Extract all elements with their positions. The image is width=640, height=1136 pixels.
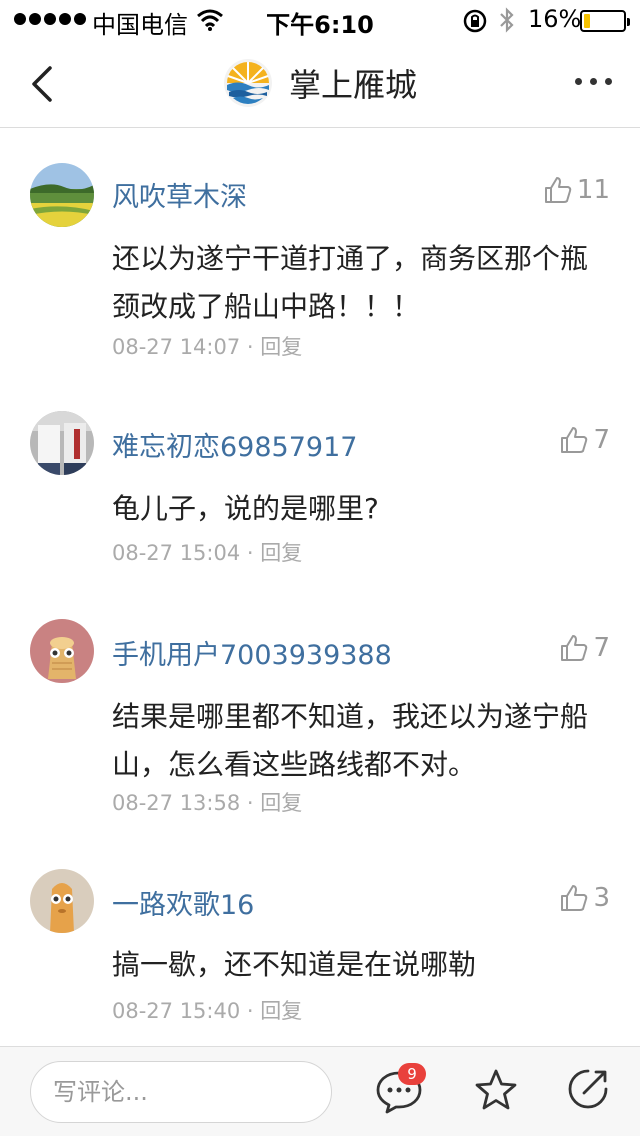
more-dot <box>590 78 597 85</box>
like-count: 7 <box>593 425 610 455</box>
comment-input[interactable]: 写评论... <box>30 1061 332 1123</box>
comment-item: 风吹草木深 11 还以为遂宁干道打通了，商务区那个瓶颈改成了船山中路！！！ 08… <box>0 159 640 359</box>
thumbs-up-icon <box>561 635 588 661</box>
app-logo-icon <box>223 59 272 107</box>
comment-meta: 08-27 15:04 · 回复 <box>112 537 302 567</box>
status-bar: 中国电信 下午6:10 16% <box>0 0 640 40</box>
comment-date: 08-27 15:40 <box>112 999 241 1023</box>
comment-count-badge: 9 <box>398 1063 426 1085</box>
comment-meta: 08-27 15:40 · 回复 <box>112 995 302 1025</box>
thumbs-up-icon <box>544 177 572 203</box>
comment-meta: 08-27 13:58 · 回复 <box>112 787 302 817</box>
nav-title-group: 掌上雁城 <box>0 58 640 108</box>
comment-username[interactable]: 一路欢歌16 <box>112 883 254 922</box>
battery-percent: 16% <box>528 5 582 33</box>
comment-item: 手机用户7003939388 7 结果是哪里都不知道，我还以为遂宁船山，怎么看这… <box>0 619 640 819</box>
favorite-star-button[interactable] <box>472 1067 520 1115</box>
rotation-lock-icon <box>463 9 487 33</box>
comment-username[interactable]: 手机用户7003939388 <box>112 633 392 672</box>
comment-text: 还以为遂宁干道打通了，商务区那个瓶颈改成了船山中路！！！ <box>112 242 589 323</box>
reply-link[interactable]: · 回复 <box>247 999 302 1023</box>
battery-level-fill <box>584 14 590 28</box>
thumbs-up-icon <box>561 427 588 453</box>
battery-icon <box>580 10 630 32</box>
avatar[interactable] <box>30 869 94 933</box>
comment-date: 08-27 13:58 <box>112 791 241 815</box>
more-options-button[interactable] <box>575 78 612 85</box>
like-button[interactable]: 3 <box>559 883 610 913</box>
like-button[interactable]: 7 <box>559 425 610 455</box>
like-button[interactable]: 11 <box>543 175 610 205</box>
comment-username[interactable]: 难忘初恋69857917 <box>112 425 357 464</box>
bottom-toolbar: 写评论... 9 <box>0 1046 640 1136</box>
avatar[interactable] <box>30 163 94 227</box>
comment-username[interactable]: 风吹草木深 <box>112 175 247 214</box>
more-dot <box>575 78 582 85</box>
like-count: 3 <box>593 883 610 913</box>
comment-list: 风吹草木深 11 还以为遂宁干道打通了，商务区那个瓶颈改成了船山中路！！！ 08… <box>0 129 640 1046</box>
like-count: 7 <box>593 633 610 663</box>
avatar[interactable] <box>30 619 94 683</box>
bluetooth-icon <box>500 7 514 33</box>
reply-link[interactable]: · 回复 <box>247 335 302 359</box>
comment-text: 龟儿子，说的是哪里? <box>112 492 379 525</box>
share-edit-button[interactable] <box>566 1067 610 1111</box>
reply-link[interactable]: · 回复 <box>247 541 302 565</box>
like-count: 11 <box>576 175 610 205</box>
thumbs-up-icon <box>561 885 588 911</box>
comment-date: 08-27 15:04 <box>112 541 241 565</box>
avatar[interactable] <box>30 411 94 475</box>
reply-link[interactable]: · 回复 <box>247 791 302 815</box>
comment-item: 一路欢歌16 3 搞一歇，还不知道是在说哪勒 08-27 15:40 · 回复 <box>0 869 640 1046</box>
page-title: 掌上雁城 <box>288 66 417 104</box>
comment-text: 搞一歇，还不知道是在说哪勒 <box>112 948 477 981</box>
nav-bar: 掌上雁城 <box>0 40 640 128</box>
comment-text: 结果是哪里都不知道，我还以为遂宁船山，怎么看这些路线都不对。 <box>112 700 589 781</box>
more-dot <box>605 78 612 85</box>
comment-date: 08-27 14:07 <box>112 335 241 359</box>
comment-item: 难忘初恋69857917 7 龟儿子，说的是哪里? 08-27 15:04 · … <box>0 411 640 581</box>
comment-meta: 08-27 14:07 · 回复 <box>112 331 302 361</box>
like-button[interactable]: 7 <box>559 633 610 663</box>
